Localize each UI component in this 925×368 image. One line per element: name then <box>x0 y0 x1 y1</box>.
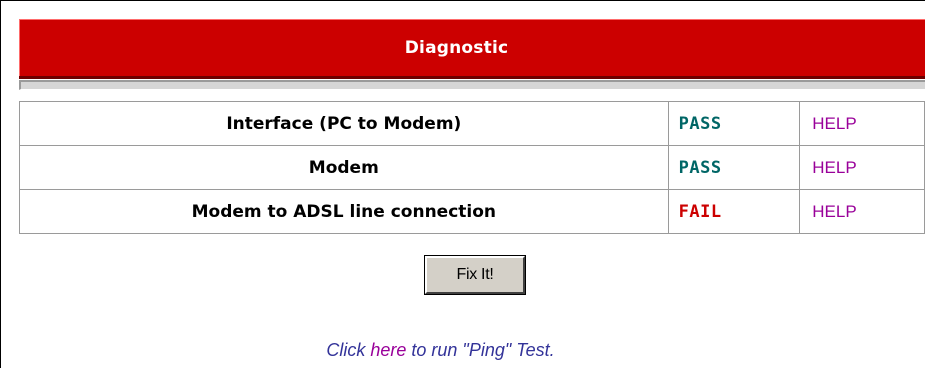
header-shadow <box>19 76 925 79</box>
test-label: Modem to ADSL line connection <box>19 189 669 234</box>
ping-test-link[interactable]: here <box>370 340 406 360</box>
ping-prefix: Click <box>326 340 371 360</box>
help-link[interactable]: HELP <box>799 101 925 146</box>
status-fail: FAIL <box>667 189 801 234</box>
test-label: Interface (PC to Modem) <box>19 101 669 146</box>
fix-it-button[interactable]: Fix It! <box>424 255 526 295</box>
ping-test-line: Click here to run "Ping" Test. <box>0 340 903 361</box>
header-divider <box>19 80 925 90</box>
page-title: Diagnostic <box>404 38 509 58</box>
table-row: Interface (PC to Modem) PASS HELP <box>19 101 925 146</box>
test-label: Modem <box>19 145 669 190</box>
help-link[interactable]: HELP <box>799 189 925 234</box>
ping-suffix: to run "Ping" Test. <box>406 340 555 360</box>
help-link[interactable]: HELP <box>799 145 925 190</box>
table-row: Modem to ADSL line connection FAIL HELP <box>19 189 925 234</box>
status-pass: PASS <box>667 101 801 146</box>
status-pass: PASS <box>667 145 801 190</box>
diagnostic-table: Interface (PC to Modem) PASS HELP Modem … <box>19 101 925 234</box>
table-row: Modem PASS HELP <box>19 145 925 190</box>
diagnostic-header: Diagnostic <box>19 19 925 76</box>
